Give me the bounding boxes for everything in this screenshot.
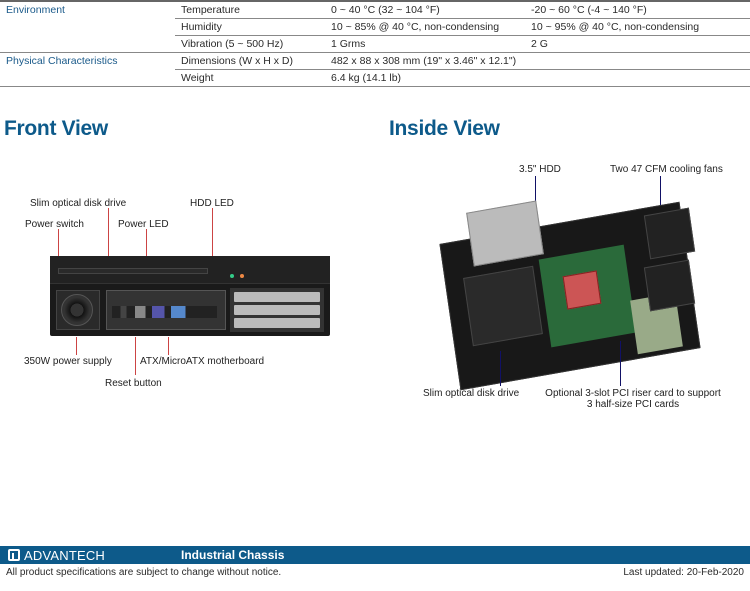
callout-power-led: Power LED xyxy=(118,219,169,230)
humidity-nonoperating: 10 ~ 95% @ 40 °C, non-condensing xyxy=(525,19,750,36)
callout-hdd: 3.5" HDD xyxy=(519,164,561,175)
front-view: Front View Slim optical disk drive HDD L… xyxy=(0,107,365,416)
lead-line xyxy=(620,341,621,386)
inside-view-title: Inside View xyxy=(389,117,750,141)
footer-updated: Last updated: 20-Feb-2020 xyxy=(623,567,744,578)
lead-line xyxy=(76,337,77,355)
callout-psu: 350W power supply xyxy=(24,356,112,367)
weight-label: Weight xyxy=(175,70,325,87)
callout-motherboard: ATX/MicroATX motherboard xyxy=(140,356,264,367)
lead-line xyxy=(168,337,169,355)
temp-nonoperating: -20 ~ 60 °C (-4 ~ 140 °F) xyxy=(525,1,750,19)
inside-view: Inside View 3.5" HDD Two 47 CFM cooling … xyxy=(385,107,750,416)
vibration-nonoperating: 2 G xyxy=(525,36,750,53)
spec-table: Environment Temperature 0 ~ 40 °C (32 ~ … xyxy=(0,0,750,87)
dimensions-label: Dimensions (W x H x D) xyxy=(175,53,325,70)
front-view-title: Front View xyxy=(4,117,365,141)
dimensions-value: 482 x 88 x 308 mm (19" x 3.46" x 12.1") xyxy=(325,53,750,70)
humidity-operating: 10 ~ 85% @ 40 °C, non-condensing xyxy=(325,19,525,36)
callout-slim-optical: Slim optical disk drive xyxy=(30,198,126,209)
brand-logo: ADVANTECH xyxy=(0,548,119,563)
brand-text: ADVANTECH xyxy=(24,548,105,563)
weight-value: 6.4 kg (14.1 lb) xyxy=(325,70,750,87)
lead-line xyxy=(500,351,501,386)
lead-line xyxy=(135,337,136,375)
env-category: Environment xyxy=(0,1,175,53)
callout-power-switch: Power switch xyxy=(25,219,84,230)
page-footer: ADVANTECH Industrial Chassis All product… xyxy=(0,546,750,581)
callout-riser: Optional 3-slot PCI riser card to suppor… xyxy=(543,388,723,410)
category-tag: Industrial Chassis xyxy=(165,546,294,564)
vibration-operating: 1 Grms xyxy=(325,36,525,53)
physical-category: Physical Characteristics xyxy=(0,53,175,87)
vibration-label: Vibration (5 ~ 500 Hz) xyxy=(175,36,325,53)
chassis-inside-image xyxy=(450,201,710,381)
chassis-front-image xyxy=(50,256,330,336)
callout-reset: Reset button xyxy=(105,378,162,389)
footer-notice: All product specifications are subject t… xyxy=(6,567,281,578)
brand-icon xyxy=(8,549,20,561)
temp-operating: 0 ~ 40 °C (32 ~ 104 °F) xyxy=(325,1,525,19)
humidity-label: Humidity xyxy=(175,19,325,36)
callout-fans: Two 47 CFM cooling fans xyxy=(610,164,723,175)
callout-inside-optical: Slim optical disk drive xyxy=(423,388,519,399)
temp-label: Temperature xyxy=(175,1,325,19)
